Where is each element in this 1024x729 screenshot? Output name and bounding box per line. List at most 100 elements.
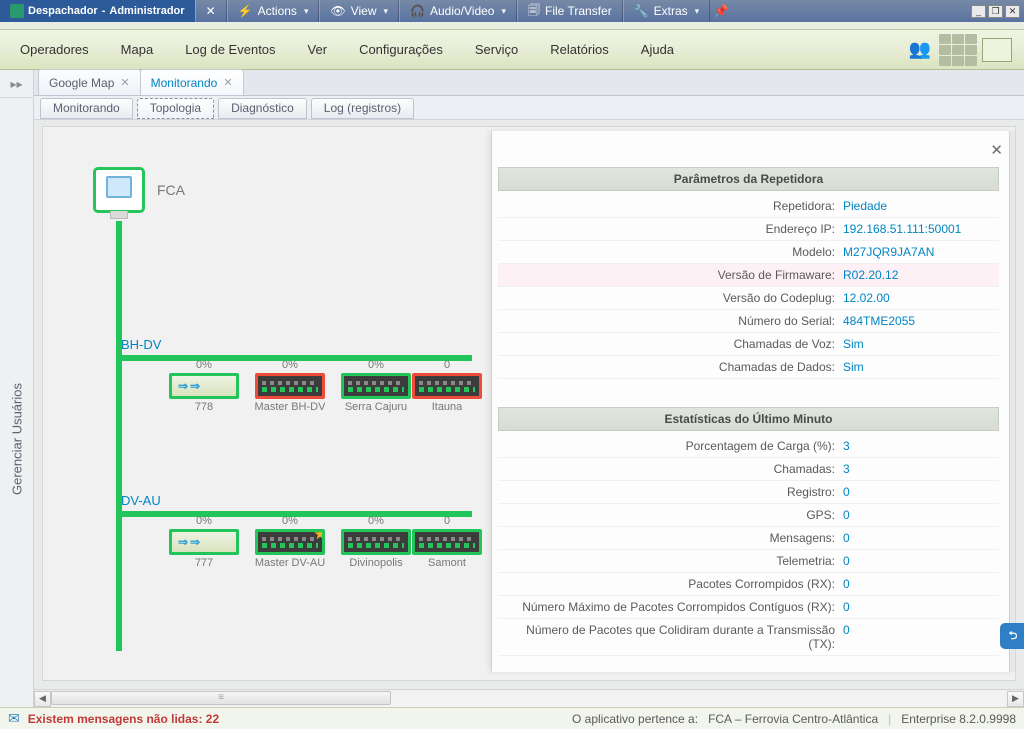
remote-filetransfer-button[interactable]: 🗐File Transfer — [517, 0, 623, 22]
panel-field: Telemetria:0 — [498, 550, 999, 573]
topology-device[interactable]: 0 Itauna — [427, 359, 467, 413]
field-key: Endereço IP: — [504, 222, 843, 236]
version-label: Enterprise 8.2.0.9998 — [901, 712, 1016, 726]
remote-audiovideo-menu[interactable]: 🎧Audio/Video — [399, 0, 517, 22]
subtab-diagnostico[interactable]: Diagnóstico — [218, 98, 307, 119]
tab-google-map[interactable]: Google Map ✕ — [38, 69, 141, 95]
tab-close-icon[interactable]: ✕ — [120, 76, 129, 89]
field-key: Registro: — [504, 485, 843, 499]
window-restore-button[interactable]: ❐ — [988, 5, 1003, 18]
remote-view-menu[interactable]: 👁View — [319, 0, 399, 22]
field-value: 12.02.00 — [843, 291, 993, 305]
panel-field: Versão do Codeplug:12.02.00 — [498, 287, 999, 310]
subtab-monitorando[interactable]: Monitorando — [40, 98, 133, 119]
left-rail-expand-button[interactable]: ▸▸ — [0, 70, 33, 98]
remote-title-prefix: Despachador — [28, 5, 98, 17]
topology-device[interactable]: 0%778 — [169, 359, 239, 413]
topology-device[interactable]: 0Samont — [427, 515, 467, 569]
switch-icon — [169, 529, 239, 555]
unread-messages-label[interactable]: Existem mensagens não lidas: 22 — [28, 712, 219, 726]
field-value: 0 — [843, 577, 993, 591]
subtab-topologia[interactable]: Topologia — [137, 98, 214, 119]
repeater-icon — [255, 373, 325, 399]
teamviewer-badge[interactable]: ⮌ — [1000, 623, 1024, 649]
main-menu-bar: Operadores Mapa Log de Eventos Ver Confi… — [0, 30, 1024, 70]
panel-section-header: Estatísticas do Último Minuto — [498, 407, 999, 431]
menu-configuracoes[interactable]: Configurações — [345, 36, 457, 63]
field-key: Mensagens: — [504, 531, 843, 545]
field-value: 0 — [843, 554, 993, 568]
panel-field: Modelo:M27JQR9JA7AN — [498, 241, 999, 264]
device-load-pct: 0% — [282, 515, 298, 527]
status-bar: ✉ Existem mensagens não lidas: 22 O apli… — [0, 707, 1024, 729]
lightning-icon: ⚡ — [238, 4, 253, 18]
menu-ajuda[interactable]: Ajuda — [627, 36, 688, 63]
field-value: 0 — [843, 508, 993, 522]
users-icon[interactable]: 👥 — [906, 36, 934, 64]
topology-device[interactable]: 0%777 — [169, 515, 239, 569]
switch-icon — [169, 373, 239, 399]
menu-ver[interactable]: Ver — [294, 36, 342, 63]
window-minimize-button[interactable]: _ — [971, 5, 986, 18]
topology-device[interactable]: 0%Divinopolis — [341, 515, 411, 569]
horizontal-scrollbar[interactable]: ◀ ▶ — [34, 689, 1024, 707]
field-value: 192.168.51.111:50001 — [843, 222, 993, 236]
panel-toggle-icon[interactable] — [982, 38, 1012, 62]
topology-device[interactable]: 0%★Master DV-AU — [255, 515, 325, 569]
field-value: Piedade — [843, 199, 993, 213]
mail-icon[interactable]: ✉ — [8, 710, 20, 727]
field-key: Modelo: — [504, 245, 843, 259]
device-load-pct: 0% — [196, 515, 212, 527]
window-close-button[interactable]: ✕ — [1005, 5, 1020, 18]
topology-canvas[interactable]: FCA BH-DV 0%7780%Master BH-DV0%Serra Caj… — [42, 126, 1016, 681]
field-value: 3 — [843, 439, 993, 453]
field-key: GPS: — [504, 508, 843, 522]
panel-field: Chamadas de Voz:Sim — [498, 333, 999, 356]
field-value: 0 — [843, 623, 993, 651]
field-value: Sim — [843, 337, 993, 351]
field-key: Porcentagem de Carga (%): — [504, 439, 843, 453]
device-load-pct: 0 — [444, 359, 450, 371]
remote-close-button[interactable]: ✕ — [195, 0, 227, 22]
branch1-label[interactable]: BH-DV — [121, 337, 161, 352]
repeater-icon — [412, 529, 482, 555]
menu-log-eventos[interactable]: Log de Eventos — [171, 36, 289, 63]
details-panel: ✕ Parâmetros da Repetidora Repetidora:Pi… — [491, 131, 1015, 672]
device-row-1: 0%7780%Master BH-DV0%Serra Cajuru0Itauna — [169, 359, 467, 413]
scroll-thumb[interactable] — [51, 691, 391, 705]
tab-monitorando[interactable]: Monitorando ✕ — [140, 69, 244, 95]
device-caption: Serra Cajuru — [345, 401, 407, 413]
field-key: Número do Serial: — [504, 314, 843, 328]
field-value: 484TME2055 — [843, 314, 993, 328]
branch2-label[interactable]: DV-AU — [121, 493, 161, 508]
field-key: Telemetria: — [504, 554, 843, 568]
root-node[interactable]: FCA — [93, 167, 185, 213]
menu-operadores[interactable]: Operadores — [6, 36, 103, 63]
panel-field: Endereço IP:192.168.51.111:50001 — [498, 218, 999, 241]
remote-pin-button[interactable]: 📌 — [710, 0, 732, 22]
menu-mapa[interactable]: Mapa — [107, 36, 168, 63]
tab-label: Google Map — [49, 76, 114, 90]
device-load-pct: 0% — [282, 359, 298, 371]
repeater-icon — [341, 529, 411, 555]
left-rail-label[interactable]: Gerenciar Usuários — [9, 383, 24, 495]
remote-actions-menu[interactable]: ⚡Actions — [227, 0, 320, 22]
remote-extras-menu[interactable]: 🔧Extras — [623, 0, 711, 22]
panel-field: Número do Serial:484TME2055 — [498, 310, 999, 333]
dialpad-icon[interactable] — [944, 36, 972, 64]
scroll-right-button[interactable]: ▶ — [1007, 691, 1024, 707]
device-caption: Itauna — [432, 401, 463, 413]
scroll-left-button[interactable]: ◀ — [34, 691, 51, 707]
subtab-log[interactable]: Log (registros) — [311, 98, 414, 119]
device-row-2: 0%777 0%★Master DV-AU 0%Divinopolis 0Samont — [169, 515, 467, 569]
menu-servico[interactable]: Serviço — [461, 36, 532, 63]
tab-close-icon[interactable]: ✕ — [223, 76, 232, 89]
panel-scrollbar[interactable] — [1009, 131, 1015, 672]
topology-device[interactable]: 0%Serra Cajuru — [341, 359, 411, 413]
field-value: R02.20.12 — [843, 268, 993, 282]
topology-device[interactable]: 0%Master BH-DV — [255, 359, 325, 413]
menu-relatorios[interactable]: Relatórios — [536, 36, 623, 63]
window-controls: _ ❐ ✕ — [967, 0, 1024, 22]
panel-field: Pacotes Corrompidos (RX):0 — [498, 573, 999, 596]
scroll-track[interactable] — [51, 691, 1007, 707]
